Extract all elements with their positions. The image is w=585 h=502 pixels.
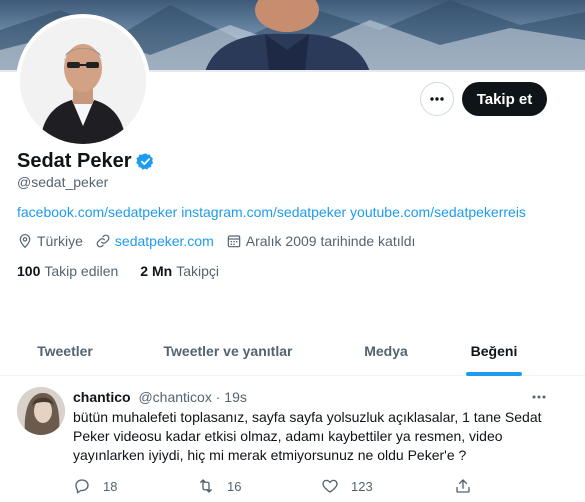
reply-count: 18	[103, 478, 118, 494]
tab-tweets-and-replies-label: Tweetler ve yanıtlar	[163, 343, 293, 359]
followers-stat[interactable]: 2 Mn Takipçi	[140, 263, 219, 279]
profile-location: Türkiye	[17, 233, 83, 249]
tweet-header: chantico @chanticox · 19s	[73, 389, 247, 405]
reply-button[interactable]: 18	[73, 477, 117, 495]
profile-handle: @sedat_peker	[17, 174, 109, 190]
tweet-author-handle[interactable]: @chanticox	[138, 389, 211, 405]
avatar-image	[20, 18, 146, 144]
share-button[interactable]	[454, 477, 484, 495]
profile-tabs: Tweetler Tweetler ve yanıtlar Medya Beğe…	[0, 326, 585, 376]
profile-stats: 100 Takip edilen 2 Mn Takipçi	[17, 263, 241, 279]
tweet-separator: ·	[215, 389, 221, 405]
joined-text: Aralık 2009 tarihinde katıldı	[245, 233, 416, 249]
reply-icon	[75, 479, 89, 494]
verified-badge-icon	[135, 152, 155, 171]
tweet-actions: 18 16 123	[73, 477, 473, 497]
tab-media-label: Medya	[364, 343, 408, 359]
following-stat[interactable]: 100 Takip edilen	[17, 263, 118, 279]
followers-count: 2 Mn	[140, 263, 173, 279]
tweet-author-name[interactable]: chantico	[73, 389, 131, 405]
profile-more-button[interactable]	[420, 82, 454, 116]
tweet-avatar-image	[17, 387, 65, 435]
calendar-icon	[227, 235, 241, 248]
tab-tweets-label: Tweetler	[37, 343, 93, 359]
profile-avatar[interactable]	[16, 14, 150, 148]
profile-meta: Türkiye sedatpeker.com Aralık 2009 tarih…	[17, 233, 427, 249]
tweet-author-avatar[interactable]	[17, 387, 65, 435]
tab-tweets[interactable]: Tweetler	[0, 326, 130, 376]
location-text: Türkiye	[37, 233, 83, 249]
profile-bio-links[interactable]: facebook.com/sedatpeker instagram.com/se…	[17, 204, 526, 220]
tweet[interactable]: chantico @chanticox · 19s bütün muhalefe…	[0, 377, 585, 502]
following-count: 100	[17, 263, 41, 279]
link-icon	[96, 234, 110, 248]
retweet-button[interactable]: 16	[197, 477, 241, 495]
share-icon	[456, 479, 470, 493]
followers-label: Takipçi	[176, 263, 219, 279]
tweet-more-button[interactable]	[528, 386, 550, 408]
like-button[interactable]: 123	[321, 477, 373, 495]
profile-joined: Aralık 2009 tarihinde katıldı	[226, 233, 416, 249]
more-horizontal-icon	[532, 395, 546, 399]
like-heart-icon	[322, 479, 338, 493]
profile-name-row: Sedat Peker	[17, 150, 155, 173]
retweet-icon	[200, 479, 212, 493]
website-link[interactable]: sedatpeker.com	[115, 233, 214, 249]
tab-media[interactable]: Medya	[326, 326, 446, 376]
tab-likes[interactable]: Beğeni	[446, 326, 542, 376]
profile-website[interactable]: sedatpeker.com	[95, 233, 214, 249]
profile-name: Sedat Peker	[17, 150, 132, 172]
tab-tweets-and-replies[interactable]: Tweetler ve yanıtlar	[130, 326, 326, 376]
following-label: Takip edilen	[44, 263, 119, 279]
active-tab-indicator	[466, 372, 522, 376]
follow-button[interactable]: Takip et	[462, 82, 547, 116]
like-count: 123	[351, 478, 373, 494]
tab-likes-label: Beğeni	[470, 343, 518, 359]
tweet-time[interactable]: 19s	[224, 389, 247, 405]
more-horizontal-icon	[430, 97, 444, 101]
location-pin-icon	[19, 234, 31, 249]
retweet-count: 16	[227, 478, 242, 494]
tweet-text: bütün muhalefeti toplasanız, sayfa sayfa…	[73, 409, 542, 463]
